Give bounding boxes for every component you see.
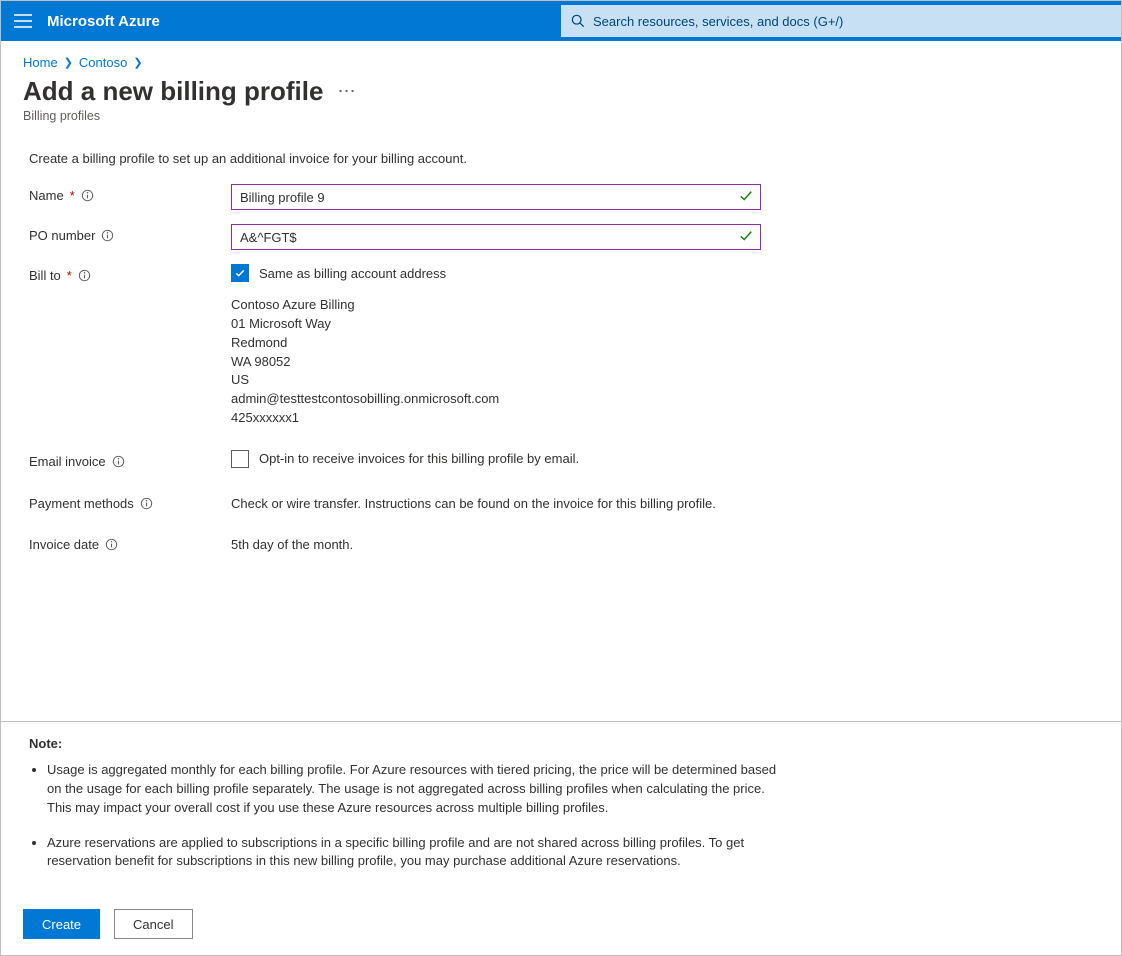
billing-profile-form: Name * PO number <box>1 166 1121 552</box>
po-number-label: PO number <box>29 228 95 243</box>
footer-actions: Create Cancel <box>1 893 1121 955</box>
same-address-label: Same as billing account address <box>259 266 446 281</box>
email-invoice-checkbox[interactable] <box>231 450 249 468</box>
invoice-date-label: Invoice date <box>29 537 99 552</box>
same-address-checkbox[interactable] <box>231 264 249 282</box>
email-invoice-label: Email invoice <box>29 454 106 469</box>
note-item: Usage is aggregated monthly for each bil… <box>47 761 787 818</box>
email-invoice-optin-label: Opt-in to receive invoices for this bill… <box>259 451 579 466</box>
name-label: Name <box>29 188 64 203</box>
note-title: Note: <box>29 736 1093 751</box>
top-bar: Microsoft Azure Search resources, servic… <box>1 1 1121 41</box>
invoice-date-value: 5th day of the month. <box>231 533 761 552</box>
address-line: US <box>231 371 761 390</box>
note-item: Azure reservations are applied to subscr… <box>47 834 787 872</box>
bill-to-label: Bill to <box>29 268 61 283</box>
breadcrumb-home[interactable]: Home <box>23 55 58 70</box>
hamburger-icon <box>14 14 32 28</box>
hamburger-menu-button[interactable] <box>1 1 45 41</box>
page-subtitle: Billing profiles <box>1 107 1121 123</box>
address-line: WA 98052 <box>231 353 761 372</box>
brand-label[interactable]: Microsoft Azure <box>45 13 160 30</box>
page-title: Add a new billing profile <box>23 76 323 107</box>
address-line: admin@testtestcontosobilling.onmicrosoft… <box>231 390 761 409</box>
address-line: Contoso Azure Billing <box>231 296 761 315</box>
global-search-input[interactable]: Search resources, services, and docs (G+… <box>561 5 1121 37</box>
address-line: Redmond <box>231 334 761 353</box>
breadcrumb-contoso[interactable]: Contoso <box>79 55 127 70</box>
info-icon[interactable] <box>81 189 94 202</box>
required-asterisk: * <box>70 188 75 203</box>
info-icon[interactable] <box>105 538 118 551</box>
info-icon[interactable] <box>140 497 153 510</box>
payment-methods-label: Payment methods <box>29 496 134 511</box>
valid-check-icon <box>739 189 753 206</box>
po-number-input[interactable] <box>231 224 761 250</box>
breadcrumb: Home ❯ Contoso ❯ <box>1 41 1121 70</box>
valid-check-icon <box>739 229 753 246</box>
info-icon[interactable] <box>78 269 91 282</box>
address-line: 01 Microsoft Way <box>231 315 761 334</box>
chevron-right-icon: ❯ <box>62 56 75 69</box>
payment-methods-value: Check or wire transfer. Instructions can… <box>231 492 761 511</box>
cancel-button[interactable]: Cancel <box>114 909 192 939</box>
search-icon <box>571 14 585 28</box>
info-icon[interactable] <box>112 455 125 468</box>
name-input[interactable] <box>231 184 761 210</box>
search-placeholder: Search resources, services, and docs (G+… <box>593 14 843 29</box>
more-actions-button[interactable]: ⋯ <box>337 81 357 102</box>
chevron-right-icon: ❯ <box>131 56 144 69</box>
info-icon[interactable] <box>101 229 114 242</box>
billing-address: Contoso Azure Billing 01 Microsoft Way R… <box>231 296 761 428</box>
required-asterisk: * <box>67 268 72 283</box>
address-line: 425xxxxxx1 <box>231 409 761 428</box>
note-panel: Note: Usage is aggregated monthly for ea… <box>1 721 1121 910</box>
create-button[interactable]: Create <box>23 909 100 939</box>
page-intro: Create a billing profile to set up an ad… <box>1 123 1121 166</box>
